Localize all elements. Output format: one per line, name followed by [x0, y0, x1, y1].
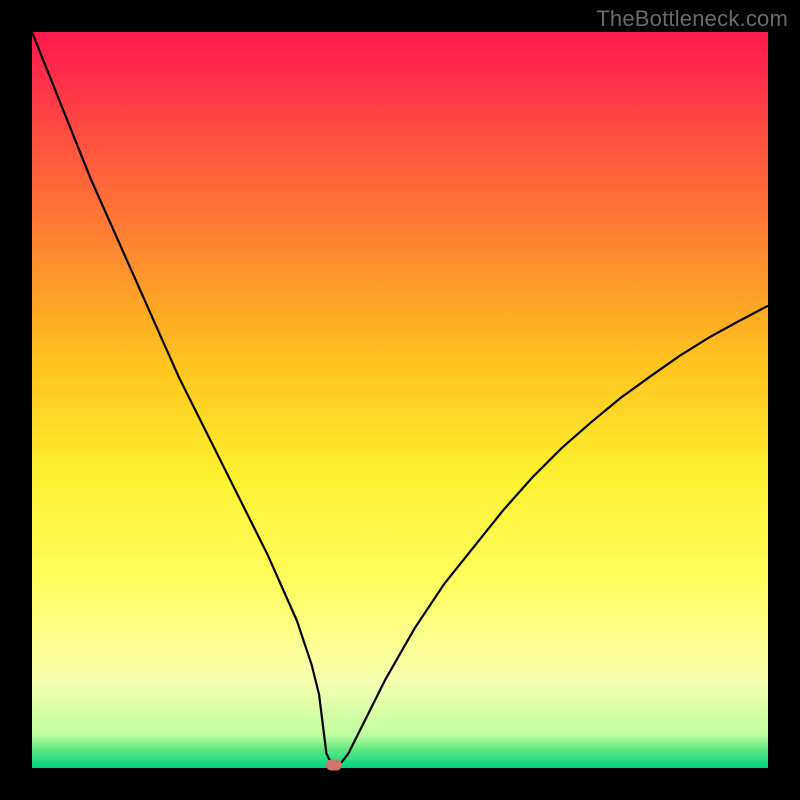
watermark-text: TheBottleneck.com — [596, 6, 788, 32]
bottleneck-chart — [32, 32, 768, 768]
bottleneck-marker — [326, 760, 342, 771]
chart-frame — [32, 32, 768, 768]
chart-background — [32, 32, 768, 768]
